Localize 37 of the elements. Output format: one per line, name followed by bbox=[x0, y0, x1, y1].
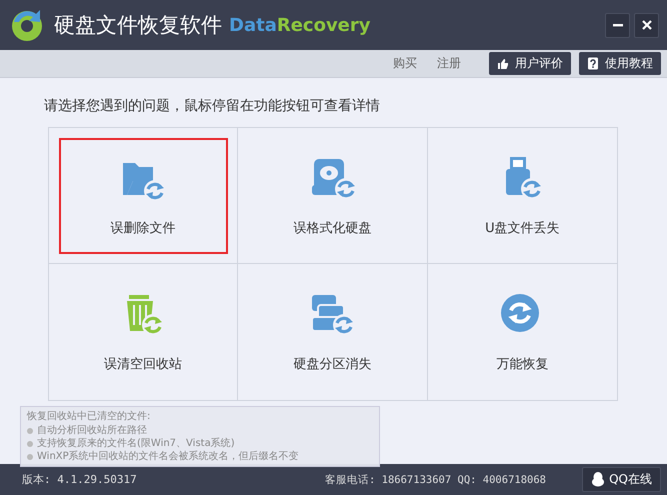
close-button[interactable] bbox=[634, 12, 659, 38]
option-card[interactable]: 万能恢复 bbox=[428, 264, 617, 400]
option-label: U盘文件丢失 bbox=[485, 220, 560, 236]
bullet-icon bbox=[27, 440, 33, 446]
option-card[interactable]: 误清空回收站 bbox=[49, 264, 238, 400]
option-label: 误格式化硬盘 bbox=[293, 220, 372, 236]
bullet-icon bbox=[27, 428, 33, 434]
brand-text: Data bbox=[229, 14, 277, 36]
toolbar-link[interactable]: 购买 bbox=[393, 55, 417, 72]
bullet-icon bbox=[27, 454, 33, 460]
help-icon bbox=[587, 57, 599, 70]
option-label: 硬盘分区消失 bbox=[293, 356, 372, 373]
window-title: 硬盘文件恢复软件 bbox=[54, 12, 222, 39]
contact-text: 客服电话: 18667133607 QQ: 4006718068 bbox=[325, 472, 548, 486]
brand-text: Recovery bbox=[276, 14, 370, 36]
option-card[interactable]: 硬盘分区消失 bbox=[238, 264, 428, 400]
tooltip-item: 自动分析回收站所在路径 bbox=[37, 424, 147, 437]
penguin-icon bbox=[591, 472, 606, 487]
version-text: 版本: 4.1.29.50317 bbox=[22, 472, 138, 487]
option-card[interactable]: 误删除文件 bbox=[49, 128, 238, 264]
toolbar-link[interactable]: 注册 bbox=[437, 55, 461, 72]
tooltip-title: 恢复回收站中已清空的文件: bbox=[27, 410, 152, 423]
toolbar-button[interactable]: 用户评价 bbox=[489, 52, 571, 75]
logo-icon bbox=[10, 8, 44, 42]
qq-online-button[interactable]: QQ在线 bbox=[582, 467, 661, 492]
tooltip-item: 支持恢复原来的文件名(限Win7、Vista系统) bbox=[37, 437, 235, 450]
option-card[interactable]: U盘文件丢失 bbox=[428, 128, 617, 264]
minimize-button[interactable] bbox=[605, 12, 630, 38]
option-label: 误删除文件 bbox=[110, 220, 176, 236]
close-icon bbox=[640, 19, 652, 31]
option-label: 误清空回收站 bbox=[104, 356, 182, 373]
tooltip-item: WinXP系统中回收站的文件名会被系统改名，但后缀名不变 bbox=[37, 450, 299, 463]
thumbs-up-icon bbox=[497, 58, 509, 70]
option-label: 万能恢复 bbox=[496, 356, 548, 373]
toolbar-button[interactable]: 使用教程 bbox=[579, 52, 661, 75]
instruction-text: 请选择您遇到的问题，鼠标停留在功能按钮可查看详情 bbox=[44, 97, 381, 115]
option-card[interactable]: 误格式化硬盘 bbox=[238, 128, 428, 264]
